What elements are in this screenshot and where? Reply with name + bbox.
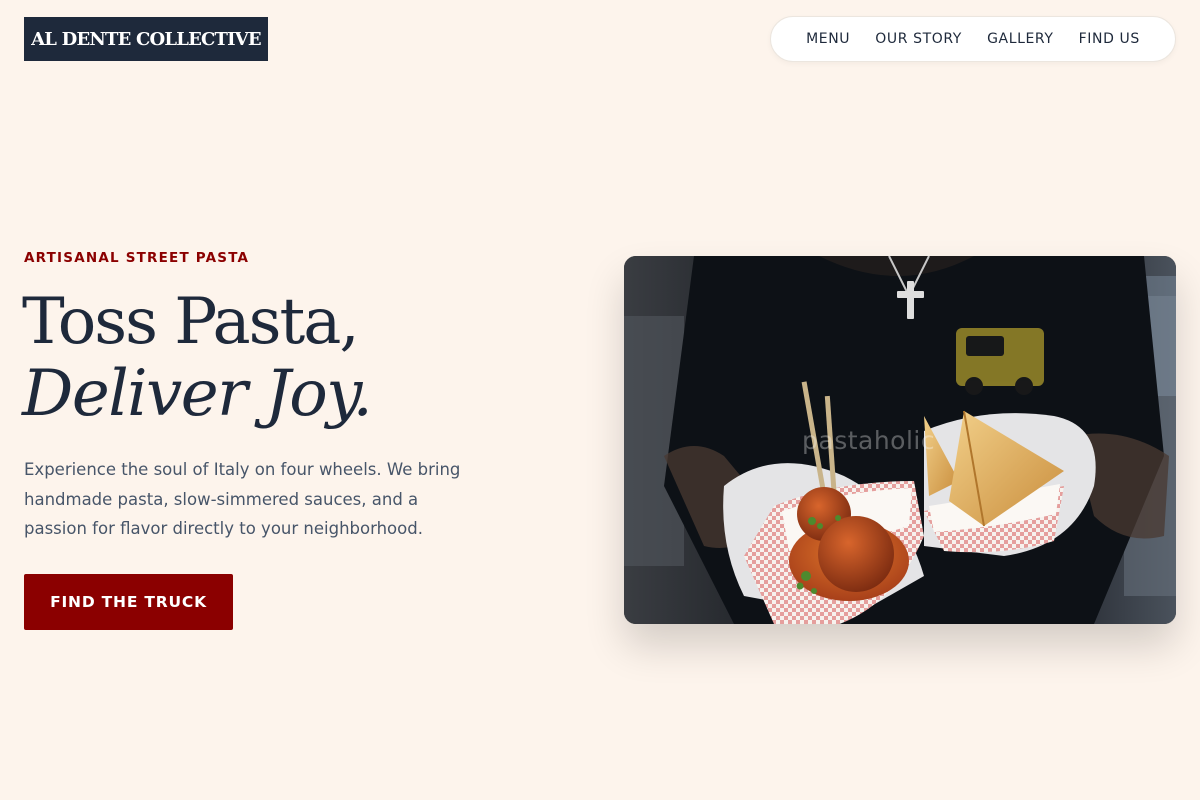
hero-description: Experience the soul of Italy on four whe… <box>24 460 461 538</box>
nav-link-our-story[interactable]: OUR STORY <box>875 31 962 47</box>
nav-link-gallery[interactable]: GALLERY <box>987 31 1053 47</box>
site-header: AL DENTE COLLECTIVE MENU OUR STORY GALLE… <box>0 0 1200 80</box>
hero-food-photo: pastaholic <box>624 256 1176 624</box>
nav-link-find-us[interactable]: FIND US <box>1079 31 1140 47</box>
photo-watermark: pastaholic <box>802 426 936 455</box>
nav-link-menu[interactable]: MENU <box>806 31 850 47</box>
site-logo[interactable]: AL DENTE COLLECTIVE <box>24 17 268 61</box>
main-nav: MENU OUR STORY GALLERY FIND US <box>770 16 1176 62</box>
hero-headline-line1: Toss Pasta, <box>22 285 360 359</box>
hero-headline-line2: Deliver Joy. <box>22 357 373 431</box>
hero-headline: Toss Pasta, Deliver Joy. <box>22 285 373 431</box>
hero-eyebrow: ARTISANAL STREET PASTA <box>24 250 250 266</box>
find-the-truck-button[interactable]: FIND THE TRUCK <box>24 574 233 630</box>
